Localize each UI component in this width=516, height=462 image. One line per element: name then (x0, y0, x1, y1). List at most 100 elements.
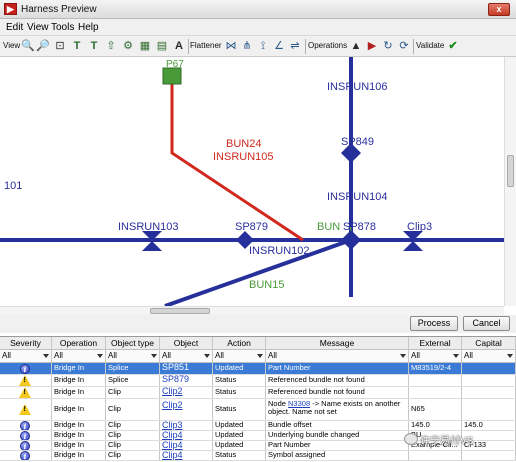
flatten-branch-icon[interactable]: ⟟ (256, 39, 270, 53)
object-link[interactable]: Clip4 (162, 451, 183, 460)
filter-object[interactable]: All (160, 350, 213, 362)
font-icon[interactable]: A (172, 39, 186, 53)
cell-action: Status (213, 387, 266, 398)
column-header-object[interactable]: Object (160, 337, 213, 349)
cell-action: Status (213, 375, 266, 386)
splice-sp878 (341, 230, 361, 250)
triangle-up-icon[interactable]: ▲ (349, 39, 363, 53)
table-row[interactable]: i Bridge In Clip Clip3 Updated Bundle of… (0, 421, 516, 431)
flatten-fan-icon[interactable]: ⋔ (240, 39, 254, 53)
column-header-object-type[interactable]: Object type (106, 337, 160, 349)
cell-message: Bundle offset (266, 421, 409, 430)
cancel-button[interactable]: Cancel (463, 316, 510, 331)
text-tool-icon[interactable]: T (70, 39, 84, 53)
column-header-capital[interactable]: Capital (462, 337, 516, 349)
flatten-spread-icon[interactable]: ⋈ (224, 39, 238, 53)
operations-group-label: Operations (308, 41, 348, 50)
layers-icon[interactable]: ▤ (155, 39, 169, 53)
view-group-label: View (3, 41, 21, 50)
table-row[interactable]: ! Bridge In Clip Clip2 Status Referenced… (0, 387, 516, 399)
column-header-severity[interactable]: Severity (0, 337, 52, 349)
table-row[interactable]: ! Bridge In Clip Clip2 Status Node N3308… (0, 399, 516, 421)
cell-external (409, 451, 462, 460)
label-bun: BUN (317, 221, 341, 233)
filter-external[interactable]: All (409, 350, 462, 362)
zoom-in-icon[interactable]: 🔍 (21, 39, 35, 53)
warning-icon: ! (19, 387, 31, 398)
cell-operation: Bridge In (52, 387, 106, 398)
cell-action: Status (213, 451, 266, 460)
filter-message[interactable]: All (266, 350, 409, 362)
filter-capital[interactable]: All (462, 350, 516, 362)
object-link[interactable]: Clip2 (162, 400, 183, 410)
column-header-action[interactable]: Action (213, 337, 266, 349)
layer-up-icon[interactable]: ⇧ (104, 39, 118, 53)
label-p67: P67 (166, 59, 184, 70)
menu-help[interactable]: Help (78, 22, 99, 33)
refresh-icon[interactable]: ↻ (381, 39, 395, 53)
menu-tools[interactable]: Tools (51, 22, 74, 33)
filter-operation[interactable]: All (52, 350, 106, 362)
cell-message: Node N3308 -> Name exists on another obj… (266, 399, 409, 420)
table-header: Severity Operation Object type Object Ac… (0, 337, 516, 350)
menu-view[interactable]: View (27, 22, 49, 33)
grid-icon[interactable]: ▦ (138, 39, 152, 53)
harness-canvas[interactable]: P67 INSRUN106 BUN24 INSRUN105 SP849 101 … (0, 57, 504, 306)
object-link[interactable]: Clip4 (162, 441, 183, 450)
checkmark-icon[interactable]: ✔ (446, 39, 460, 53)
cell-external: 145.0 (409, 421, 462, 430)
filter-severity[interactable]: All (0, 350, 52, 362)
label-clip3: Clip3 (407, 221, 433, 233)
sync-icon[interactable]: ⟳ (397, 39, 411, 53)
cell-capital (462, 399, 516, 420)
cell-object-type: Clip (106, 451, 160, 460)
warning-icon: ! (19, 404, 31, 415)
label-sp849: SP849 (341, 136, 375, 148)
cell-external (409, 387, 462, 398)
filter-icon[interactable]: ⚙ (121, 39, 135, 53)
cell-operation: Bridge In (52, 363, 106, 374)
zoom-out-icon[interactable]: 🔎 (36, 39, 50, 53)
toolbar-separator (305, 39, 306, 54)
object-link[interactable]: Clip2 (162, 387, 183, 396)
cell-object-type: Splice (106, 375, 160, 386)
label-sp879: SP879 (235, 221, 269, 233)
column-header-message[interactable]: Message (266, 337, 409, 349)
triangle-right-icon[interactable]: ▶ (365, 39, 379, 53)
column-header-external[interactable]: External (409, 337, 462, 349)
warning-icon: ! (19, 375, 31, 386)
cell-external: N65 (409, 399, 462, 420)
app-icon: ▶ (4, 3, 17, 15)
horizontal-scrollbar[interactable] (0, 306, 504, 315)
close-button[interactable]: x (488, 3, 510, 16)
cell-action: Updated (213, 363, 266, 374)
info-icon: i (20, 421, 30, 430)
table-row[interactable]: ! Bridge In Splice SP879 Status Referenc… (0, 375, 516, 387)
flattener-group-label: Flattener (190, 41, 222, 50)
vertical-scrollbar[interactable] (504, 57, 516, 306)
cell-action: Updated (213, 441, 266, 450)
label-bun15: BUN15 (249, 279, 285, 291)
filter-action[interactable]: All (213, 350, 266, 362)
object-link[interactable]: SP879 (162, 375, 189, 384)
toolbar-separator (413, 39, 414, 54)
object-link[interactable]: Clip3 (162, 421, 183, 430)
object-link[interactable]: Clip4 (162, 431, 183, 440)
table-row[interactable]: i Bridge In Clip Clip4 Status Symbol ass… (0, 451, 516, 461)
cell-operation: Bridge In (52, 399, 106, 420)
text-tool-2-icon[interactable]: T (87, 39, 101, 53)
cell-message: Referenced bundle not found (266, 387, 409, 398)
table-row[interactable]: i Bridge In Splice SP851 Updated Part Nu… (0, 363, 516, 375)
column-header-operation[interactable]: Operation (52, 337, 106, 349)
flatten-straighten-icon[interactable]: ⇌ (288, 39, 302, 53)
menu-edit[interactable]: Edit (6, 22, 23, 33)
object-link[interactable]: SP851 (162, 363, 189, 372)
process-button[interactable]: Process (410, 316, 458, 331)
cell-object-type: Clip (106, 421, 160, 430)
flatten-angle-icon[interactable]: ∠ (272, 39, 286, 53)
label-insrun106: INSRUN106 (327, 81, 388, 93)
zoom-fit-icon[interactable]: ⊡ (53, 39, 67, 53)
filter-object-type[interactable]: All (106, 350, 160, 362)
horizontal-scroll-thumb[interactable] (150, 308, 210, 314)
vertical-scroll-thumb[interactable] (507, 155, 514, 187)
